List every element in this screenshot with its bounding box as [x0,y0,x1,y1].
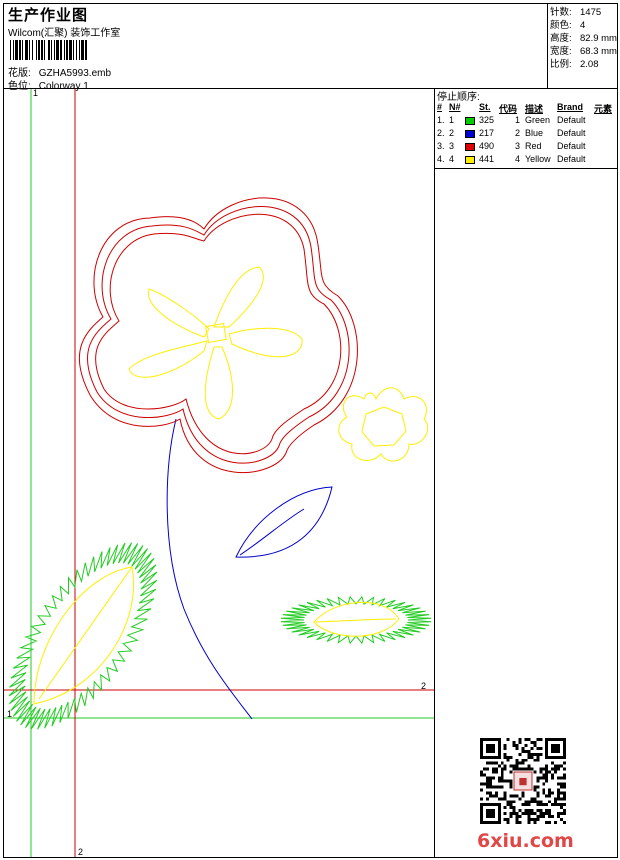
col-element: 元素 [594,104,613,114]
row-index: 4. [437,154,445,164]
color-swatch [465,143,475,151]
table-header: # N# St. 代码 描述 Brand 元素 [435,102,618,114]
row-number: 2 [449,128,455,138]
row-stitches: 217 [479,128,495,138]
stat-stitches: 针数: 1475 [550,7,602,18]
row-index: 3. [437,141,445,151]
stat-width: 宽度: 68.3 mm [550,46,617,57]
col-brand: Brand [557,102,584,112]
guide-label-red-right: 2 [421,681,427,691]
col-code: 代码 [499,104,518,114]
row-code: 3 [515,141,521,151]
row-index: 2. [437,128,445,138]
stat-height: 高度: 82.9 mm [550,33,617,44]
row-stitches: 490 [479,141,495,151]
col-description: 描述 [525,104,544,114]
row-stitches: 441 [479,154,495,164]
svg-text:■: ■ [519,776,528,787]
stop-sequence-table: 停止顺序: # N# St. 代码 描述 Brand 元素 1. 1 325 1 Gre… [435,88,618,169]
blue-leaf-vein [239,508,305,556]
qr-code: ■ [480,738,566,824]
row-brand: Default [557,115,586,125]
row-number: 4 [449,154,455,164]
row-code: 2 [515,128,521,138]
color-swatch [465,117,475,125]
design-canvas [4,89,434,857]
barcode [10,40,87,60]
header-divider [547,4,548,89]
stat-colors: 颜色: 4 [550,20,586,31]
row-code: 4 [515,154,521,164]
design-stats: 针数: 1475 颜色: 4 高度: 82.9 mm 宽度: 68.3 mm 比例: 2.… [550,6,617,71]
small-green-leaf [280,595,432,645]
row-brand: Default [557,128,586,138]
table-row: 3. 3 490 3 Red Default [435,141,618,153]
col-number: N# [449,102,461,112]
header: 生产作业图 Wilcom(汇聚) 装饰工作室 花版: GZHA5993.emb … [3,3,618,92]
row-description: Red [525,141,542,151]
row-brand: Default [557,141,586,151]
row-brand: Default [557,154,586,164]
row-code: 1 [515,115,521,125]
stat-scale: 比例: 2.08 [550,59,599,70]
page-title: 生产作业图 [8,7,89,24]
table-row: 4. 4 441 4 Yellow Default [435,154,618,166]
flower-outline [79,197,358,474]
row-description: Yellow [525,154,551,164]
row-stitches: 325 [479,115,495,125]
watermark: 6xiu.com [477,830,574,852]
small-yellow-flower [338,387,429,462]
color-swatch [465,156,475,164]
row-number: 3 [449,141,455,151]
studio-name: Wilcom(汇聚) 装饰工作室 [8,28,121,39]
row-description: Blue [525,128,544,138]
color-swatch [465,130,475,138]
row-index: 1. [437,115,445,125]
table-row: 1. 1 325 1 Green Default [435,115,618,127]
col-index: # [437,102,443,112]
stop-sequence-title: 停止顺序: [437,92,480,103]
guide-label-green-left: 1 [7,709,13,719]
flower-petals [128,266,303,420]
table-row: 2. 2 217 2 Blue Default [435,128,618,140]
row-description: Green [525,115,551,125]
guide-label-green-top: 1 [33,88,39,98]
col-stitches: St. [479,102,491,112]
guide-label-red-bottom: 2 [78,847,84,857]
row-number: 1 [449,115,455,125]
blue-leaf-outline [235,486,333,558]
